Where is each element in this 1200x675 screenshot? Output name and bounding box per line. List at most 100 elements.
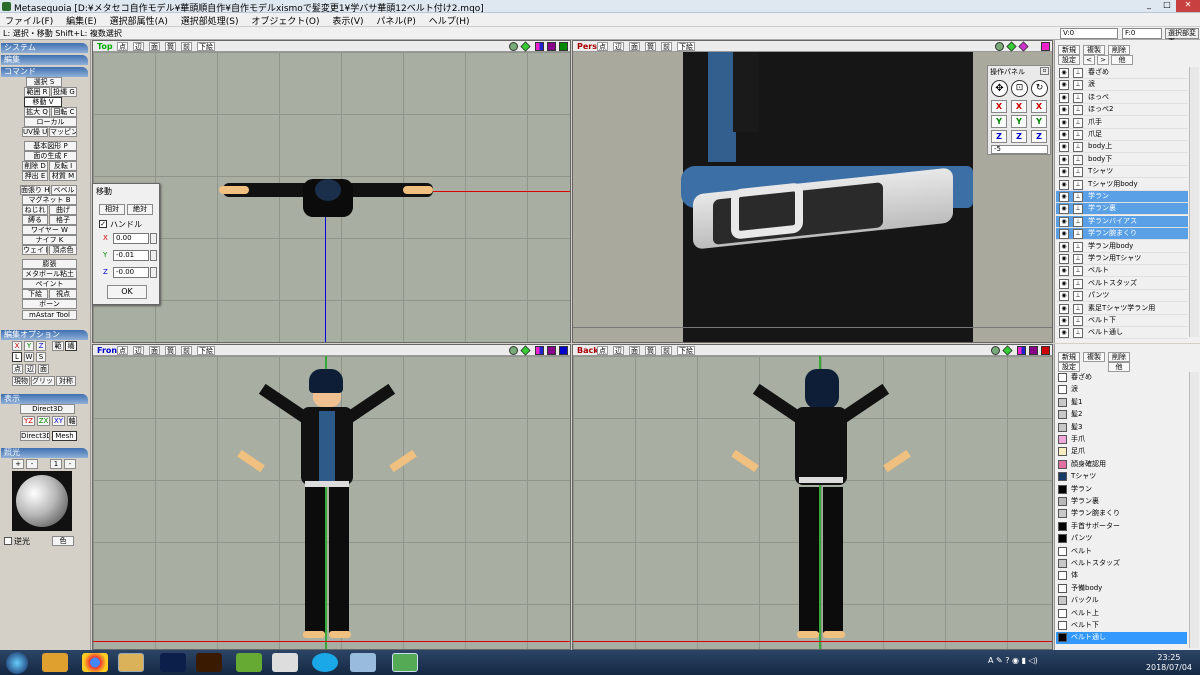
paint-button[interactable]: ペイント xyxy=(22,279,77,289)
material-scrollbar[interactable] xyxy=(1189,372,1199,648)
material-row[interactable]: 涙 xyxy=(1056,384,1187,396)
axis-display-toggle[interactable]: 軸 xyxy=(67,416,77,426)
backlight-checkbox[interactable] xyxy=(4,537,12,545)
object-row[interactable]: ◉ ⊥ ほっぺ xyxy=(1056,92,1188,104)
visibility-eye-icon[interactable]: ◉ xyxy=(1059,117,1069,128)
lock-icon[interactable]: ⊥ xyxy=(1073,291,1083,302)
rotate-gizmo-icon[interactable]: ↻ xyxy=(1031,80,1048,97)
material-row[interactable]: ベルト xyxy=(1056,546,1187,558)
visibility-eye-icon[interactable]: ◉ xyxy=(1059,291,1069,302)
mastar-tool-button[interactable]: mAstar Tool xyxy=(22,310,77,320)
edge-mode-toggle[interactable]: 辺 xyxy=(25,364,36,374)
visibility-eye-icon[interactable]: ◉ xyxy=(1059,80,1069,91)
object-row[interactable]: ◉ ⊥ 学ラン用Tシャツ xyxy=(1056,253,1188,265)
material-row[interactable]: 春ざめ xyxy=(1056,372,1187,384)
lock-icon[interactable]: ⊥ xyxy=(1073,105,1083,116)
lock-icon[interactable]: ⊥ xyxy=(1073,179,1083,190)
weight-button[interactable]: ウェイト xyxy=(22,245,48,255)
op-x-2[interactable]: X xyxy=(1011,100,1027,113)
light-preview[interactable] xyxy=(12,471,72,531)
visibility-eye-icon[interactable]: ◉ xyxy=(1059,241,1069,252)
inflate-button[interactable]: 膨張 xyxy=(22,259,77,269)
xy-plane-toggle[interactable]: XY xyxy=(52,416,65,426)
operation-panel-close[interactable]: ▫ xyxy=(1040,67,1049,75)
z-spinner[interactable] xyxy=(150,267,157,278)
front-viewport[interactable]: Front 点 辺 面 筒 前 下絵 xyxy=(92,344,571,650)
edge-toggle[interactable]: 辺 xyxy=(613,42,624,51)
front-toggle[interactable]: 前 xyxy=(661,346,672,355)
range-button[interactable]: 範囲 R xyxy=(24,87,50,97)
command-header[interactable]: コマンド xyxy=(1,67,88,77)
material-row[interactable]: ベルト通し xyxy=(1056,632,1187,645)
wire-mode-icon[interactable] xyxy=(547,346,556,355)
display-header[interactable]: 表示 xyxy=(1,394,88,404)
material-row[interactable]: 体 xyxy=(1056,570,1187,582)
front-toggle[interactable]: 前 xyxy=(661,42,672,51)
material-new-button[interactable]: 新規 xyxy=(1058,352,1080,362)
edit-header[interactable]: 編集 xyxy=(1,55,88,65)
network-app-icon[interactable] xyxy=(272,653,298,672)
material-row[interactable]: 髪1 xyxy=(1056,397,1187,409)
lock-icon[interactable]: ⊥ xyxy=(1073,303,1083,314)
tube-toggle[interactable]: 筒 xyxy=(165,42,176,51)
explorer-icon[interactable] xyxy=(118,653,144,672)
material-row[interactable]: 足爪 xyxy=(1056,446,1187,458)
lock-icon[interactable]: ⊥ xyxy=(1073,328,1083,339)
op-z-2[interactable]: Z xyxy=(1011,130,1027,143)
lock-icon[interactable]: ⊥ xyxy=(1073,316,1083,326)
underlay-toggle[interactable]: 下絵 xyxy=(677,346,695,355)
view-color-icon[interactable] xyxy=(559,42,568,51)
axis-z-toggle[interactable]: Z xyxy=(36,341,46,351)
lock-icon[interactable]: ⊥ xyxy=(1073,167,1083,178)
lighting-header[interactable]: 照光 xyxy=(1,448,88,458)
menu-help[interactable]: ヘルプ(H) xyxy=(424,13,475,28)
vertex-color-button[interactable]: 頂点色 xyxy=(49,245,77,255)
visibility-eye-icon[interactable]: ◉ xyxy=(1059,130,1069,140)
face-mode-toggle[interactable]: 面 xyxy=(38,364,49,374)
material-row[interactable]: バックル xyxy=(1056,595,1187,607)
screen-coord-toggle[interactable]: S xyxy=(36,352,46,362)
wire-mode-icon[interactable] xyxy=(1029,346,1038,355)
visibility-eye-icon[interactable]: ◉ xyxy=(1059,254,1069,264)
lock-icon[interactable]: ⊥ xyxy=(1073,278,1083,289)
object-row[interactable]: ◉ ⊥ ベルト通し xyxy=(1056,327,1188,340)
bend-button[interactable]: 曲げ xyxy=(49,205,77,215)
object-duplicate-button[interactable]: 複製 xyxy=(1083,45,1105,55)
current-object-toggle[interactable]: 現物 xyxy=(12,376,30,386)
symmetry-toggle[interactable]: 対称 xyxy=(56,376,76,386)
view-color-icon[interactable] xyxy=(1041,42,1050,51)
object-new-button[interactable]: 新規 xyxy=(1058,45,1080,55)
visibility-eye-icon[interactable]: ◉ xyxy=(1059,328,1069,339)
wire-mode-icon[interactable] xyxy=(547,42,556,51)
material-row[interactable]: 髪2 xyxy=(1056,409,1187,421)
tray-icons[interactable]: A ✎ ? ◉ ▮ ◁) xyxy=(988,656,1068,668)
twist-button[interactable]: ねじれ xyxy=(22,205,48,215)
face-toggle[interactable]: 面 xyxy=(149,42,160,51)
delete-button[interactable]: 削除 D xyxy=(22,161,48,171)
visibility-eye-icon[interactable]: ◉ xyxy=(1059,192,1069,202)
scale-gizmo-icon[interactable]: ⊡ xyxy=(1011,80,1028,97)
object-row[interactable]: ◉ ⊥ 学ラン裏 xyxy=(1056,203,1188,216)
zoom-icon[interactable] xyxy=(509,346,518,355)
op-x-3[interactable]: X xyxy=(1031,100,1047,113)
start-button-icon[interactable] xyxy=(6,652,28,674)
op-z-3[interactable]: Z xyxy=(1031,130,1047,143)
rotate-button[interactable]: 回転 C xyxy=(51,107,77,117)
tube-toggle[interactable]: 筒 xyxy=(165,346,176,355)
material-row[interactable]: 手首サポーター xyxy=(1056,521,1187,533)
mapping-button[interactable]: マッピング xyxy=(49,127,77,137)
mesh-mode-button[interactable]: Mesh xyxy=(52,431,77,441)
system-header[interactable]: システム xyxy=(1,43,88,53)
object-next-button[interactable]: > xyxy=(1097,55,1109,65)
object-row[interactable]: ◉ ⊥ 涙 xyxy=(1056,79,1188,92)
absolute-button[interactable]: 絶対 xyxy=(127,204,153,215)
render-mode-icon[interactable] xyxy=(535,42,544,51)
y-field[interactable]: -0.01 xyxy=(113,250,149,261)
lattice-button[interactable]: 格子 xyxy=(49,215,77,225)
lock-icon[interactable]: ⊥ xyxy=(1073,117,1083,128)
lock-icon[interactable]: ⊥ xyxy=(1073,192,1083,202)
object-color-button[interactable]: 他 xyxy=(1111,55,1133,65)
underlay-toggle[interactable]: 下絵 xyxy=(197,42,215,51)
primitive-button[interactable]: 基本図形 P xyxy=(24,141,77,151)
pan-icon[interactable] xyxy=(520,41,531,52)
